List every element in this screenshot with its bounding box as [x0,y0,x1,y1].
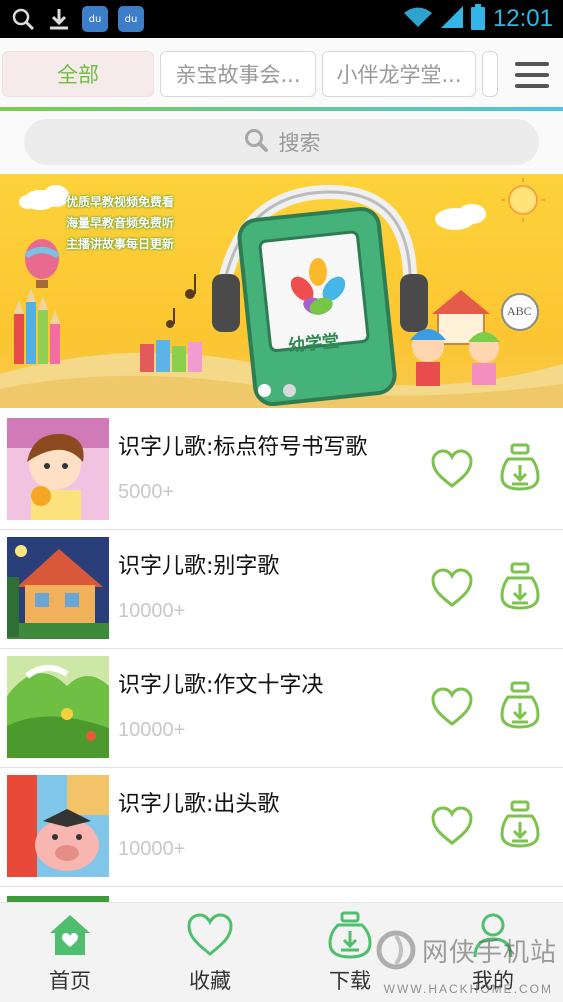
baidu-app-icon-2: du [118,6,144,32]
status-bar: du du 12:01 [0,0,563,38]
tab-more-partial[interactable] [482,51,498,97]
home-icon [50,915,90,955]
heart-icon [187,913,233,956]
thumbnail-girl [7,418,109,520]
download-icon[interactable] [500,562,540,610]
menu-icon[interactable] [515,62,549,88]
item-play-count: 10000+ [118,719,186,741]
item-title: 识字儿歌:出头歌 [118,792,280,817]
item-play-count: 10000+ [118,600,186,622]
favorite-heart-icon[interactable] [431,568,473,608]
search-input[interactable]: 搜索 [24,119,539,165]
list-item[interactable]: 识字儿歌:作文十字决 10000+ [0,649,563,768]
thumbnail-pig [7,775,109,877]
search-icon [10,6,36,32]
nav-favorites-label: 收藏 [189,969,231,993]
nav-favorites[interactable]: 收藏 [160,911,260,999]
signal-icon [440,6,463,32]
banner-pager [258,384,296,397]
baidu-app-icon: du [82,6,108,32]
item-play-count: 10000+ [118,838,186,860]
thumbnail-landscape [7,656,109,758]
nav-home-label: 首页 [49,969,91,993]
wifi-icon [403,6,433,32]
favorite-heart-icon[interactable] [431,806,473,846]
search-area: 搜索 [0,111,563,173]
item-title: 识字儿歌:作文十字决 [118,673,324,698]
watermark-url: WWW.HACKHOME.COM [383,982,553,996]
download-icon[interactable] [500,681,540,729]
banner-pager-dot-2[interactable] [283,384,296,397]
list-item[interactable]: 识字儿歌:别字歌 10000+ [0,530,563,649]
list-item[interactable]: 识字儿歌:标点符号书写歌 5000+ [0,411,563,530]
banner-abc-sign: ABC [507,304,532,318]
promo-banner[interactable]: 优质早教视频免费看 海量早教音频免费听 主播讲故事每日更新 幼学堂 ABC [0,174,563,408]
watermark: 网侠手机站 [376,930,557,970]
banner-logo-text: 幼学堂 [287,331,341,357]
thumbnail-house [7,537,109,639]
download-notification-icon [46,6,72,32]
search-icon [243,127,269,158]
tab-qinbao-story[interactable]: 亲宝故事会... [160,51,316,97]
item-title: 识字儿歌:别字歌 [118,554,280,579]
item-title: 识字儿歌:标点符号书写歌 [118,435,368,460]
download-icon[interactable] [500,800,540,848]
banner-bullet-3: 主播讲故事每日更新 [66,237,175,251]
tab-xiaobanlong[interactable]: 小伴龙学堂... [322,51,476,97]
tab-all[interactable]: 全部 [2,51,154,97]
search-placeholder: 搜索 [278,131,321,155]
download-icon [328,911,372,959]
banner-bullet-2: 海量早教音频免费听 [66,216,175,230]
battery-icon [470,4,485,34]
content-list: 识字儿歌:标点符号书写歌 5000+ 识字儿歌:别字歌 10000+ 识字儿歌:… [0,411,563,907]
watermark-text: 网侠手机站 [421,937,557,968]
banner-pager-dot-1[interactable] [258,384,271,397]
clock: 12:01 [492,5,553,32]
item-play-count: 5000+ [118,481,175,503]
nav-home[interactable]: 首页 [20,911,120,999]
banner-bullets: 优质早教视频免费看 海量早教音频免费听 主播讲故事每日更新 [66,192,174,255]
favorite-heart-icon[interactable] [431,449,473,489]
watermark-logo-icon [376,930,416,970]
banner-bullet-1: 优质早教视频免费看 [66,195,175,209]
category-tab-bar: 全部 亲宝故事会... 小伴龙学堂... [0,38,563,110]
nav-downloads-label: 下载 [329,969,371,993]
download-icon[interactable] [500,443,540,491]
favorite-heart-icon[interactable] [431,687,473,727]
list-item[interactable]: 识字儿歌:出头歌 10000+ [0,768,563,887]
